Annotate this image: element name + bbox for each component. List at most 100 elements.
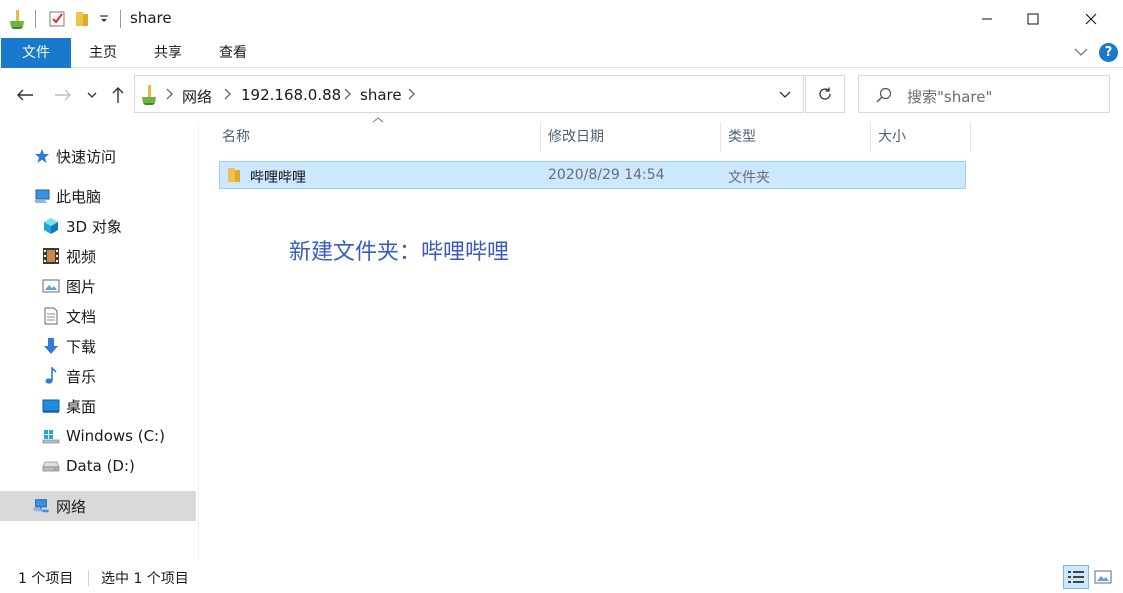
chevron-down-icon[interactable] bbox=[1073, 45, 1089, 63]
details-view-button[interactable] bbox=[1063, 565, 1089, 589]
picture-icon bbox=[42, 277, 60, 295]
maximize-icon bbox=[1027, 13, 1039, 25]
network-location-icon bbox=[140, 84, 158, 110]
selection-count: 选中 1 个项目 bbox=[101, 571, 189, 587]
explorer-app-icon[interactable] bbox=[8, 8, 26, 30]
column-header-type[interactable]: 类型 bbox=[728, 122, 868, 152]
details-view-icon bbox=[1068, 571, 1084, 583]
close-icon bbox=[1085, 13, 1097, 25]
arrow-right-icon bbox=[55, 89, 71, 101]
breadcrumb-host[interactable]: 192.168.0.88 bbox=[241, 86, 341, 104]
star-icon bbox=[33, 147, 51, 165]
music-icon bbox=[42, 367, 60, 385]
column-header-modified[interactable]: 修改日期 bbox=[548, 122, 718, 152]
sidebar-item-quick-access[interactable]: 快速访问 bbox=[0, 141, 196, 171]
cube-icon bbox=[42, 217, 60, 235]
sidebar-item-pictures[interactable]: 图片 bbox=[0, 271, 196, 301]
file-type: 文件夹 bbox=[728, 170, 770, 186]
close-button[interactable] bbox=[1068, 0, 1114, 38]
sidebar-item-this-pc[interactable]: 此电脑 bbox=[0, 181, 196, 211]
sidebar-item-music[interactable]: 音乐 bbox=[0, 361, 196, 391]
sidebar-item-desktop[interactable]: 桌面 bbox=[0, 391, 196, 421]
column-header-name[interactable]: 名称 bbox=[222, 122, 538, 152]
sidebar-item-label: 视频 bbox=[66, 247, 97, 266]
properties-icon[interactable] bbox=[48, 8, 66, 30]
column-divider[interactable] bbox=[970, 122, 971, 152]
document-icon bbox=[42, 307, 60, 325]
folder-icon bbox=[226, 166, 242, 188]
sidebar-item-documents[interactable]: 文档 bbox=[0, 301, 196, 331]
large-icons-view-button[interactable] bbox=[1090, 565, 1116, 589]
item-count: 1 个项目 bbox=[18, 571, 74, 587]
sidebar-item-windows-c[interactable]: Windows (C:) bbox=[0, 421, 196, 451]
minimize-button[interactable] bbox=[964, 0, 1010, 38]
tab-file[interactable]: 文件 bbox=[1, 38, 71, 68]
drive-d-icon bbox=[42, 457, 60, 475]
file-name: 哔哩哔哩 bbox=[250, 170, 306, 186]
status-separator bbox=[88, 570, 89, 586]
chevron-right-icon bbox=[344, 88, 351, 100]
sidebar-item-downloads[interactable]: 下载 bbox=[0, 331, 196, 361]
sidebar-item-label: 音乐 bbox=[66, 367, 97, 386]
refresh-icon bbox=[819, 87, 831, 100]
computer-icon bbox=[33, 187, 51, 205]
desktop-icon bbox=[42, 397, 60, 415]
chevron-down-icon bbox=[779, 91, 791, 98]
refresh-button[interactable] bbox=[805, 75, 845, 113]
column-divider[interactable] bbox=[540, 122, 541, 152]
sidebar-item-label: 桌面 bbox=[66, 397, 97, 416]
address-bar[interactable]: 网络 192.168.0.88 share bbox=[134, 75, 804, 113]
status-bar: 1 个项目 选中 1 个项目 bbox=[0, 562, 1123, 593]
title-separator bbox=[35, 10, 36, 28]
chevron-right-icon bbox=[408, 88, 415, 100]
search-icon bbox=[875, 86, 893, 108]
column-header-size[interactable]: 大小 bbox=[878, 122, 968, 152]
annotation-text: 新建文件夹：哔哩哔哩 bbox=[289, 240, 510, 265]
table-row[interactable]: 哔哩哔哩 2020/8/29 14:54 文件夹 bbox=[219, 161, 966, 189]
large-icons-view-icon bbox=[1094, 570, 1112, 584]
sidebar-item-label: 文档 bbox=[66, 307, 97, 326]
address-history-dropdown[interactable] bbox=[778, 88, 792, 104]
arrow-left-icon bbox=[17, 89, 33, 101]
title-separator bbox=[120, 10, 121, 28]
tab-home[interactable]: 主页 bbox=[78, 38, 128, 68]
up-button[interactable] bbox=[104, 78, 132, 112]
sidebar-divider bbox=[198, 122, 199, 560]
sidebar-item-network[interactable]: 网络 bbox=[0, 491, 196, 521]
sidebar-item-label: 3D 对象 bbox=[66, 217, 122, 236]
sidebar-item-label: 网络 bbox=[56, 497, 87, 516]
customize-dropdown-icon[interactable] bbox=[98, 8, 110, 30]
sidebar-item-label: 快速访问 bbox=[56, 147, 117, 166]
sidebar-item-label: Data (D:) bbox=[66, 457, 135, 475]
help-icon[interactable]: ? bbox=[1099, 43, 1118, 62]
sidebar-item-3d-objects[interactable]: 3D 对象 bbox=[0, 211, 196, 241]
download-icon bbox=[42, 337, 60, 355]
back-button[interactable] bbox=[10, 78, 40, 112]
sidebar-item-label: 图片 bbox=[66, 277, 97, 296]
breadcrumb-network[interactable]: 网络 bbox=[182, 86, 212, 107]
chevron-down-icon bbox=[87, 92, 97, 98]
column-divider[interactable] bbox=[870, 122, 871, 152]
tab-view[interactable]: 查看 bbox=[208, 38, 258, 68]
search-placeholder: 搜索"share" bbox=[907, 88, 993, 106]
file-modified: 2020/8/29 14:54 bbox=[548, 167, 665, 183]
sidebar-item-label: Windows (C:) bbox=[66, 427, 165, 445]
window-title: share bbox=[130, 9, 172, 27]
new-folder-icon[interactable] bbox=[74, 8, 90, 30]
forward-button[interactable] bbox=[48, 78, 78, 112]
tab-share[interactable]: 共享 bbox=[143, 38, 193, 68]
search-box[interactable]: 搜索"share" bbox=[858, 75, 1110, 113]
sidebar-item-label: 下载 bbox=[66, 337, 97, 356]
network-icon bbox=[32, 497, 50, 515]
recent-locations-button[interactable] bbox=[80, 78, 104, 112]
sidebar-item-data-d[interactable]: Data (D:) bbox=[0, 451, 196, 481]
column-divider[interactable] bbox=[720, 122, 721, 152]
sidebar-item-videos[interactable]: 视频 bbox=[0, 241, 196, 271]
arrow-up-icon bbox=[112, 87, 124, 103]
video-icon bbox=[42, 247, 60, 265]
breadcrumb-share[interactable]: share bbox=[360, 86, 402, 104]
maximize-button[interactable] bbox=[1010, 0, 1056, 38]
title-bar: share bbox=[0, 0, 1123, 38]
minimize-icon bbox=[982, 18, 992, 20]
ribbon-tabs: 文件 主页 共享 查看 ? bbox=[0, 38, 1123, 68]
